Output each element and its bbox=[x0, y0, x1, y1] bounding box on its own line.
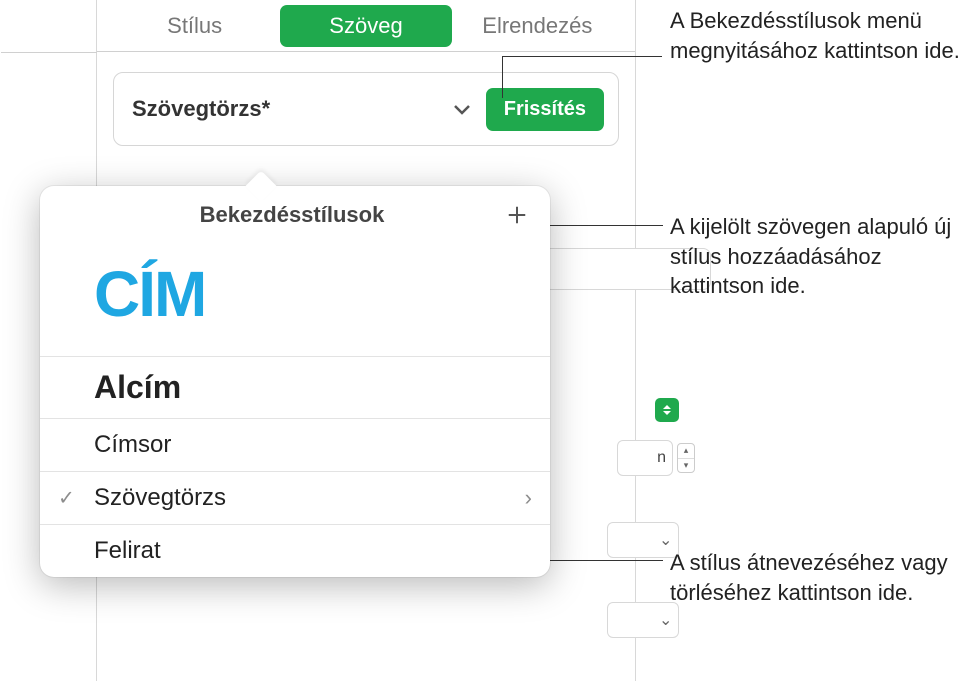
callout-line bbox=[540, 560, 663, 561]
callout-open-menu: A Bekezdésstílusok menü megnyitásához ka… bbox=[670, 6, 979, 65]
style-item-submenu-chevron-icon[interactable]: › bbox=[525, 485, 532, 511]
style-item-subtitle[interactable]: Alcím bbox=[40, 356, 550, 418]
paragraph-styles-popover: Bekezdésstílusok CÍM Alcím Címsor ✓ Szöv… bbox=[40, 186, 550, 577]
add-style-button[interactable] bbox=[502, 200, 532, 230]
tab-layout[interactable]: Elrendezés bbox=[452, 5, 623, 47]
callout-add-style: A kijelölt szövegen alapuló új stílus ho… bbox=[670, 212, 979, 301]
plus-icon bbox=[506, 204, 528, 226]
current-style-name[interactable]: Szövegtörzs* bbox=[132, 96, 450, 122]
style-item-body[interactable]: ✓ Szövegtörzs › bbox=[40, 471, 550, 524]
checkmark-icon: ✓ bbox=[58, 486, 75, 511]
tab-text[interactable]: Szöveg bbox=[280, 5, 451, 47]
callout-line bbox=[502, 56, 662, 57]
popover-title: Bekezdésstílusok bbox=[58, 202, 502, 228]
chevron-down-icon: ⌄ bbox=[659, 610, 672, 630]
numeric-stepper[interactable]: ▴▾ bbox=[677, 443, 695, 473]
tab-style[interactable]: Stílus bbox=[109, 5, 280, 47]
numeric-field[interactable]: n bbox=[617, 440, 673, 476]
update-style-button[interactable]: Frissítés bbox=[486, 88, 604, 131]
callout-line bbox=[543, 225, 663, 226]
tab-bar: Stílus Szöveg Elrendezés bbox=[97, 0, 635, 52]
chevron-down-icon: ⌄ bbox=[659, 530, 672, 550]
popup-stepper-icon[interactable] bbox=[655, 398, 679, 422]
callout-line bbox=[502, 56, 503, 98]
style-list: CÍM Alcím Címsor ✓ Szövegtörzs › Felirat bbox=[40, 240, 550, 577]
style-item-label: Szövegtörzs bbox=[94, 484, 226, 512]
popover-header: Bekezdésstílusok bbox=[40, 186, 550, 240]
paragraph-style-row: Szövegtörzs* Frissítés bbox=[113, 72, 619, 146]
style-item-caption[interactable]: Felirat bbox=[40, 524, 550, 577]
callout-rename-delete: A stílus átnevezéséhez vagy törléséhez k… bbox=[670, 548, 979, 607]
style-item-heading[interactable]: Címsor bbox=[40, 418, 550, 471]
paragraph-style-menu-chevron-icon[interactable] bbox=[450, 97, 474, 121]
style-item-title[interactable]: CÍM bbox=[40, 240, 550, 356]
